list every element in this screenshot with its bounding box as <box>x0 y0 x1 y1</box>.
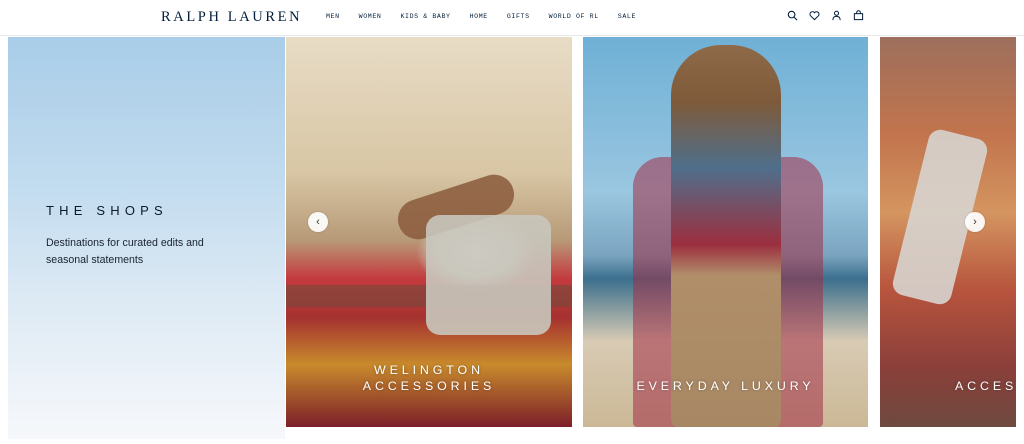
nav-item-men[interactable]: MEN <box>326 13 340 20</box>
section-description: Destinations for curated edits and seaso… <box>46 237 204 266</box>
card-label-line-1: WELINGTON <box>374 363 484 377</box>
shops-carousel: THE SHOPS Destinations for curated edits… <box>8 37 1016 439</box>
card-label-line-2: ACCESSORIES <box>362 379 496 393</box>
shop-card-accessories[interactable]: ACCES <box>880 37 1016 427</box>
account-icon[interactable] <box>831 10 842 21</box>
section-title: THE SHOPS <box>46 203 168 218</box>
search-icon[interactable] <box>787 10 798 21</box>
bag-icon[interactable] <box>853 10 864 21</box>
woven-bag-shape <box>426 215 551 335</box>
main-nav: MEN WOMEN KIDS & BABY HOME GIFTS WORLD O… <box>326 13 655 20</box>
card-label: WELINGTON ACCESSORIES <box>286 362 572 394</box>
site-header: RALPH LAUREN MEN WOMEN KIDS & BABY HOME … <box>0 0 1024 36</box>
header-icons <box>787 10 864 21</box>
nav-item-gifts[interactable]: GIFTS <box>507 13 530 20</box>
card-label: ACCES <box>955 379 1016 393</box>
shop-card-welington-accessories[interactable]: WELINGTON ACCESSORIES <box>286 37 572 427</box>
heart-icon[interactable] <box>809 10 820 21</box>
card-label: EVERYDAY LUXURY <box>636 379 815 393</box>
carousel-next-button[interactable]: › <box>965 212 985 232</box>
carousel-prev-button[interactable]: ‹ <box>308 212 328 232</box>
nav-item-sale[interactable]: SALE <box>618 13 636 20</box>
nav-item-women[interactable]: WOMEN <box>359 13 382 20</box>
shop-card-everyday-luxury[interactable]: EVERYDAY LUXURY <box>583 37 868 427</box>
nav-item-kids-baby[interactable]: KIDS & BABY <box>400 13 450 20</box>
shops-intro-panel: THE SHOPS Destinations for curated edits… <box>8 37 285 439</box>
nav-item-home[interactable]: HOME <box>470 13 488 20</box>
brand-logo[interactable]: RALPH LAUREN <box>161 9 302 26</box>
model-figure <box>671 45 781 427</box>
nav-item-world-of-rl[interactable]: WORLD OF RL <box>549 13 599 20</box>
